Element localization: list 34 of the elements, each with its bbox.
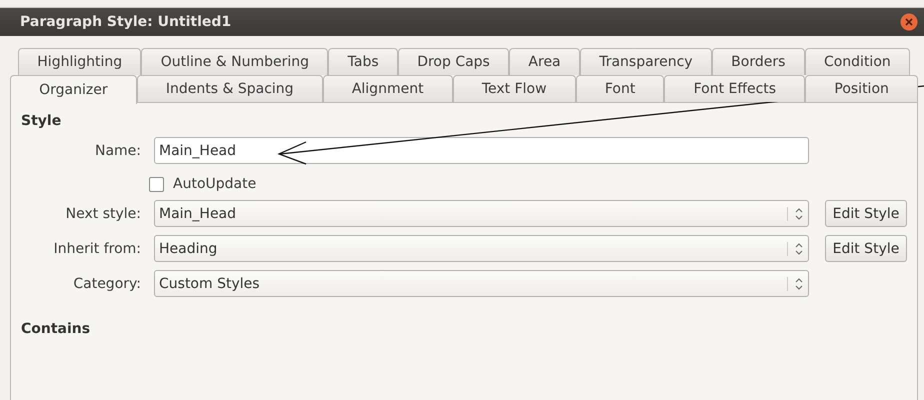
tab[interactable]: Indents & Spacing: [136, 75, 323, 102]
style-dropdown[interactable]: Custom Styles: [154, 270, 809, 297]
tab[interactable]: Borders: [712, 48, 805, 75]
field-label: Next style:: [64, 206, 142, 222]
edit-style-button[interactable]: Edit Style: [825, 200, 907, 227]
tab[interactable]: Highlighting: [18, 48, 142, 75]
close-icon[interactable]: [900, 13, 918, 31]
autoupdate-checkbox[interactable]: [149, 176, 164, 192]
checkbox-label[interactable]: AutoUpdate: [173, 176, 256, 192]
tab[interactable]: Outline & Numbering: [141, 48, 328, 75]
name-field[interactable]: Main_Head: [154, 137, 809, 164]
tab[interactable]: Drop Caps: [398, 48, 510, 75]
spinner-arrows-icon: [787, 276, 804, 290]
tab[interactable]: Position: [805, 75, 918, 102]
tab[interactable]: Font Effects: [664, 75, 806, 102]
tab[interactable]: Text Flow: [452, 75, 576, 102]
section-heading: Contains: [21, 321, 92, 337]
tab[interactable]: Font: [576, 75, 664, 102]
field-label: Name:: [94, 142, 142, 158]
style-dropdown[interactable]: Heading: [154, 235, 809, 262]
tab[interactable]: Condition: [804, 48, 910, 75]
section-heading: Style: [21, 113, 62, 129]
tab[interactable]: Area: [509, 48, 580, 75]
tab[interactable]: Organizer: [10, 75, 137, 104]
spinner-arrows-icon: [787, 206, 804, 220]
spinner-arrows-icon: [787, 242, 804, 256]
window-title: Paragraph Style: Untitled1: [20, 14, 232, 30]
tab[interactable]: Tabs: [328, 48, 398, 75]
field-label: Category:: [72, 276, 142, 292]
field-label: Inherit from:: [52, 240, 142, 256]
style-dropdown[interactable]: Main_Head: [154, 200, 809, 227]
tab[interactable]: Transparency: [580, 48, 712, 75]
tab[interactable]: Alignment: [322, 75, 453, 102]
edit-style-button[interactable]: Edit Style: [825, 235, 907, 262]
